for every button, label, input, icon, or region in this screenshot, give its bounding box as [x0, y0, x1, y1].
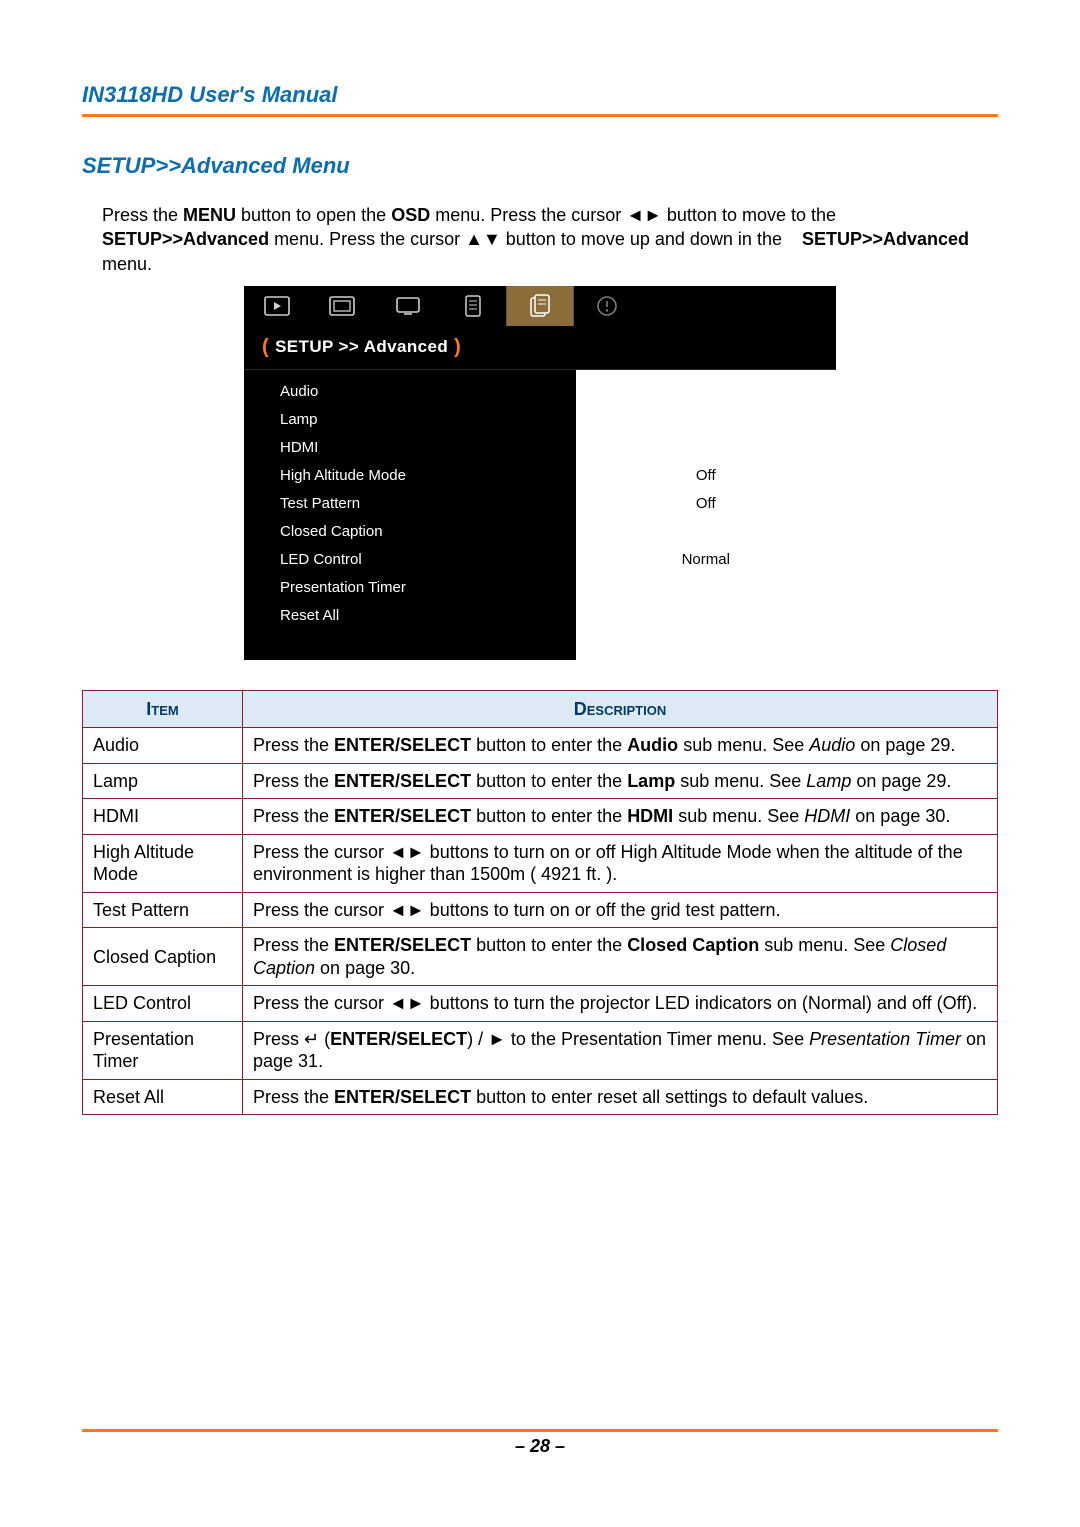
osd-item-value: [576, 602, 836, 630]
item-cell: Test Pattern: [83, 892, 243, 928]
osd-breadcrumb-text: SETUP >> Advanced: [275, 337, 448, 357]
item-cell: High Altitude Mode: [83, 834, 243, 892]
osd-item-value: [576, 434, 836, 462]
text-bold: MENU: [183, 205, 236, 225]
osd-item-value: [576, 574, 836, 602]
osd-tab-setup-advanced-icon: [507, 286, 573, 326]
osd-item-label: Closed Caption: [280, 518, 576, 546]
table-row: High Altitude Mode Press the cursor ◄► b…: [83, 834, 998, 892]
osd-tab-spacer: [639, 286, 836, 326]
item-cell: Presentation Timer: [83, 1021, 243, 1079]
osd-item-label: HDMI: [280, 434, 576, 462]
desc-cell: Press the cursor ◄► buttons to turn the …: [243, 986, 998, 1022]
osd-values-column: Off Off Normal: [576, 370, 836, 660]
intro-paragraph: Press the MENU button to open the OSD me…: [102, 203, 998, 276]
page-number: – 28 –: [515, 1436, 565, 1456]
text-bold: SETUP>>Advanced: [802, 229, 969, 249]
desc-cell: Press ↵ (ENTER/SELECT) / ► to the Presen…: [243, 1021, 998, 1079]
osd-breadcrumb: ( SETUP >> Advanced ): [244, 326, 836, 370]
page-header: IN3118HD User's Manual: [82, 82, 998, 117]
col-header-item: Item: [83, 690, 243, 728]
item-cell: Closed Caption: [83, 928, 243, 986]
table-row: Reset All Press the ENTER/SELECT button …: [83, 1079, 998, 1115]
osd-tab-image-icon: [310, 286, 376, 326]
item-cell: HDMI: [83, 799, 243, 835]
desc-cell: Press the ENTER/SELECT button to enter r…: [243, 1079, 998, 1115]
desc-cell: Press the cursor ◄► buttons to turn on o…: [243, 834, 998, 892]
text: menu. Press the cursor ◄► button to move…: [430, 205, 836, 225]
item-cell: Lamp: [83, 763, 243, 799]
paren-left: (: [262, 336, 269, 359]
table-row: Closed Caption Press the ENTER/SELECT bu…: [83, 928, 998, 986]
text-bold: OSD: [391, 205, 430, 225]
text: button to open the: [236, 205, 391, 225]
desc-cell: Press the cursor ◄► buttons to turn on o…: [243, 892, 998, 928]
osd-item-value: Off: [576, 490, 836, 518]
table-row: Audio Press the ENTER/SELECT button to e…: [83, 728, 998, 764]
desc-cell: Press the ENTER/SELECT button to enter t…: [243, 728, 998, 764]
description-table: Item Description Audio Press the ENTER/S…: [82, 690, 998, 1116]
osd-tab-picture-icon: [244, 286, 310, 326]
section-heading: SETUP>>Advanced Menu: [82, 153, 998, 179]
osd-item-label: Reset All: [280, 602, 576, 630]
osd-tab-status-icon: [574, 286, 640, 326]
osd-tab-display-icon: [375, 286, 441, 326]
osd-item-label: Test Pattern: [280, 490, 576, 518]
text: menu.: [102, 254, 152, 274]
desc-cell: Press the ENTER/SELECT button to enter t…: [243, 799, 998, 835]
table-row: LED Control Press the cursor ◄► buttons …: [83, 986, 998, 1022]
osd-item-value: [576, 406, 836, 434]
osd-item-label: Lamp: [280, 406, 576, 434]
text: Press the: [102, 205, 183, 225]
osd-labels-column: Audio Lamp HDMI High Altitude Mode Test …: [244, 370, 576, 660]
table-row: Presentation Timer Press ↵ (ENTER/SELECT…: [83, 1021, 998, 1079]
text-bold: SETUP>>Advanced: [102, 229, 269, 249]
page-footer: – 28 –: [82, 1429, 998, 1457]
table-row: Test Pattern Press the cursor ◄► buttons…: [83, 892, 998, 928]
table-row: Lamp Press the ENTER/SELECT button to en…: [83, 763, 998, 799]
col-header-desc: Description: [243, 690, 998, 728]
desc-cell: Press the ENTER/SELECT button to enter t…: [243, 928, 998, 986]
item-cell: LED Control: [83, 986, 243, 1022]
osd-item-value: Normal: [576, 546, 836, 574]
osd-item-value: [576, 518, 836, 546]
desc-cell: Press the ENTER/SELECT button to enter t…: [243, 763, 998, 799]
osd-item-label: LED Control: [280, 546, 576, 574]
text: menu. Press the cursor ▲▼ button to move…: [269, 229, 787, 249]
osd-panel: ( SETUP >> Advanced ) Audio Lamp HDMI Hi…: [244, 286, 836, 660]
paren-right: ): [454, 336, 461, 359]
osd-tab-setup-basic-icon: [441, 286, 507, 326]
osd-item-label: Presentation Timer: [280, 574, 576, 602]
table-header-row: Item Description: [83, 690, 998, 728]
table-row: HDMI Press the ENTER/SELECT button to en…: [83, 799, 998, 835]
item-cell: Audio: [83, 728, 243, 764]
osd-item-label: Audio: [280, 378, 576, 406]
osd-item-value: [576, 378, 836, 406]
osd-item-value: Off: [576, 462, 836, 490]
item-cell: Reset All: [83, 1079, 243, 1115]
osd-tab-row: [244, 286, 836, 326]
osd-item-label: High Altitude Mode: [280, 462, 576, 490]
